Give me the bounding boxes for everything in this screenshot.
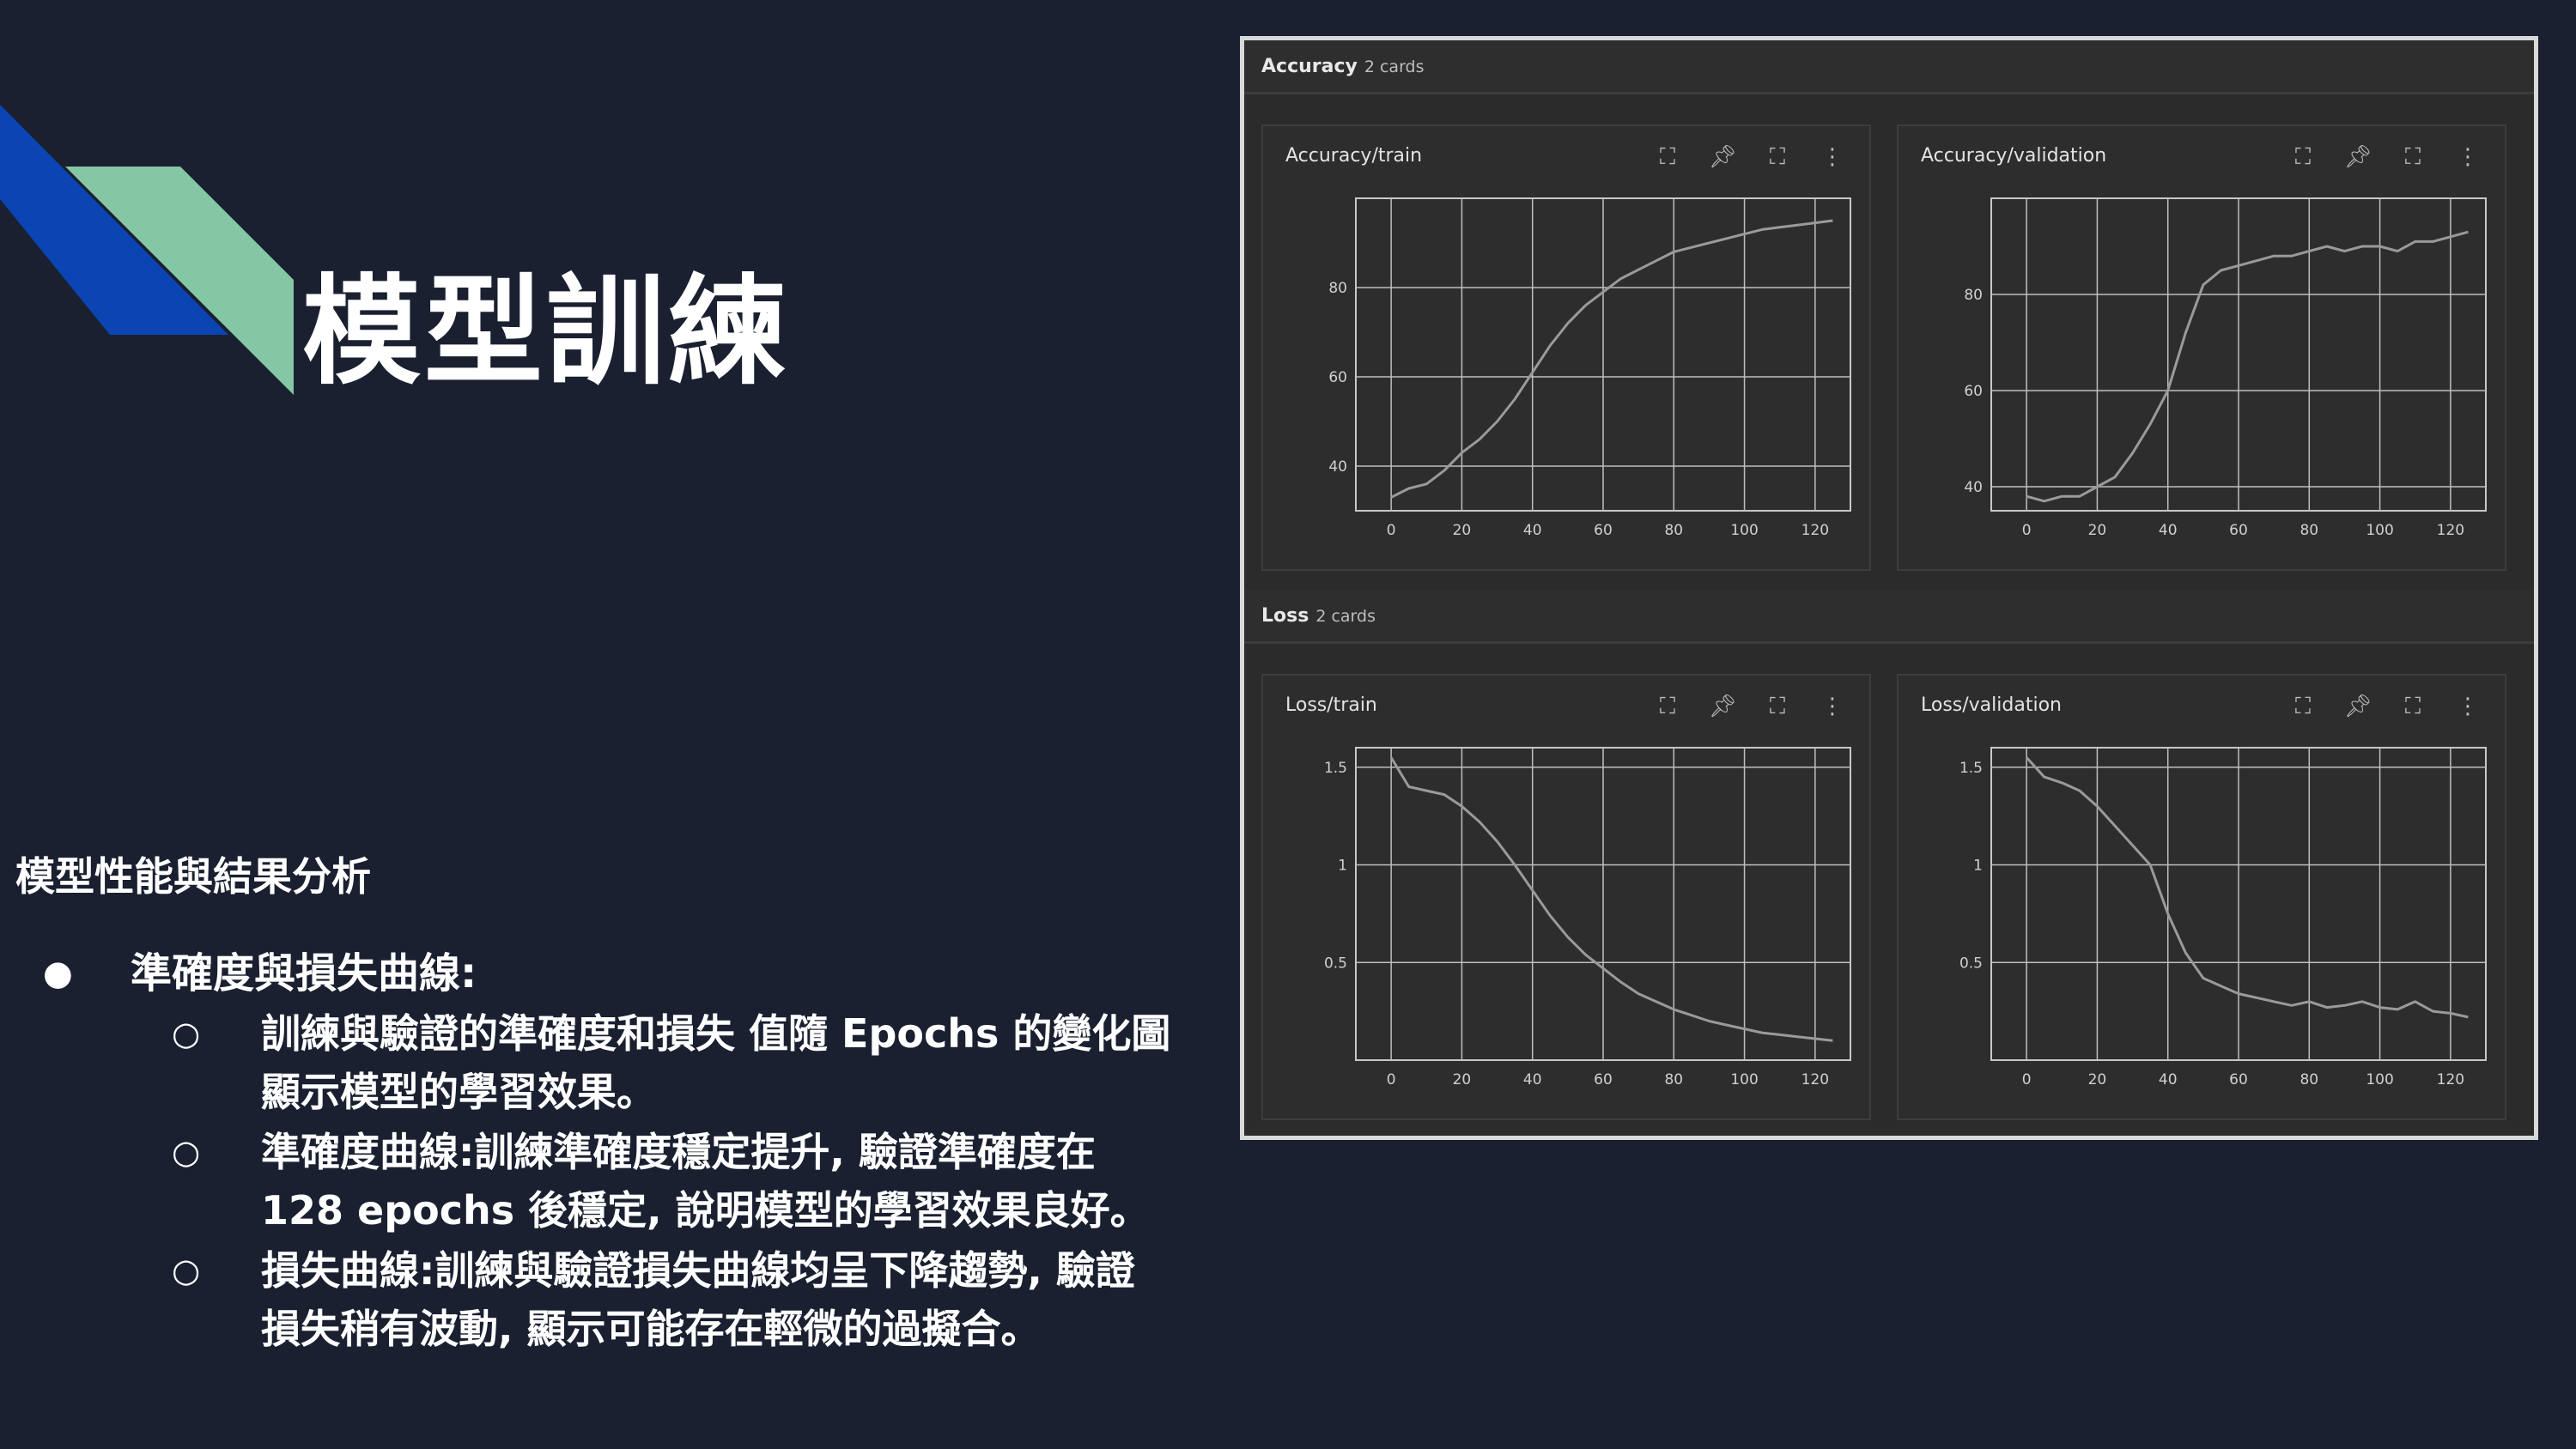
sub-bullet-line: 訓練與驗證的準確度和損失 值隨 Epochs 的變化圖: [261, 1010, 1171, 1057]
sub-bullet-item: ○ 訓練與驗證的準確度和損失 值隨 Epochs 的變化圖 顯示模型的學習效果。: [34, 1004, 1236, 1121]
y-tick-label: 0.5: [1959, 955, 1983, 972]
x-tick-label: 120: [2437, 1071, 2464, 1088]
x-tick-label: 100: [1730, 1071, 1758, 1088]
chart-card: Loss/validation ⛶ 📌︎ ⛶ ⋮ 0 20 40 60 80 100 120…: [1897, 674, 2506, 1120]
x-tick-label: 80: [2300, 1071, 2318, 1088]
group-header-accuracy[interactable]: Accuracy 2 cards: [1244, 40, 2534, 94]
pin-icon[interactable]: 📌︎: [1704, 691, 1741, 722]
sub-bullet-symbol: ○: [172, 1015, 201, 1052]
sub-bullet-symbol: ○: [172, 1133, 201, 1171]
pin-icon[interactable]: 📌︎: [2340, 142, 2376, 173]
x-tick-label: 100: [1730, 522, 1758, 539]
fullscreen-icon[interactable]: ⛶: [1759, 691, 1795, 722]
x-tick-label: 120: [1801, 522, 1829, 539]
sub-bullet-line: 準確度曲線:訓練準確度穩定提升, 驗證準確度在: [261, 1129, 1096, 1175]
sub-bullet-line: 損失曲線:訓練與驗證損失曲線均呈下降趨勢, 驗證: [261, 1247, 1135, 1294]
x-tick-label: 120: [2437, 522, 2464, 539]
group-title: Loss: [1261, 605, 1309, 627]
series-line: [1389, 756, 1833, 1042]
tensorboard-screenshot: Accuracy 2 cards Loss 2 cards Accuracy/tra…: [1240, 36, 2538, 1140]
group-title: Accuracy: [1261, 56, 1358, 77]
x-tick-label: 60: [2229, 1071, 2248, 1088]
card-title: Loss/train: [1285, 694, 1377, 716]
chart-card: Accuracy/train ⛶ 📌︎ ⛶ ⋮ 0 20 40 60 80 100 120 4…: [1261, 124, 1871, 571]
y-tick-label: 0.5: [1324, 955, 1347, 972]
bullet-text: 準確度與損失曲線:: [131, 949, 477, 997]
y-tick-label: 40: [1964, 479, 1983, 496]
y-tick-label: 1: [1973, 858, 1983, 875]
x-tick-label: 0: [2022, 1071, 2032, 1088]
chart-svg: 0 20 40 60 80 100 120 40 60 80: [1328, 197, 1851, 539]
fullscreen-icon[interactable]: ⛶: [2395, 142, 2431, 173]
more-vert-icon[interactable]: ⋮: [2450, 691, 2486, 722]
chart-card: Accuracy/validation ⛶ 📌︎ ⛶ ⋮ 0 20 40 60 80 10…: [1897, 124, 2506, 571]
slide-title: 模型訓練: [302, 263, 791, 401]
x-tick-label: 60: [2229, 522, 2248, 539]
more-vert-icon[interactable]: ⋮: [1814, 691, 1850, 722]
x-tick-label: 80: [2300, 522, 2318, 539]
bullet-item: ● 準確度與損失曲線:: [34, 944, 1236, 1003]
decorative-stripes: [0, 105, 294, 395]
y-tick-label: 1.5: [1959, 760, 1983, 777]
series-line: [2026, 230, 2469, 503]
sub-bullet-line: 128 epochs 後穩定, 說明模型的學習效果良好。: [261, 1187, 1150, 1234]
group-header-loss[interactable]: Loss 2 cards: [1244, 590, 2534, 644]
card-title: Accuracy/validation: [1921, 145, 2107, 167]
section-heading: 模型性能與結果分析: [15, 853, 371, 900]
more-vert-icon[interactable]: ⋮: [2450, 142, 2486, 173]
fit-domain-icon[interactable]: ⛶: [2285, 142, 2321, 173]
x-tick-label: 60: [1594, 522, 1613, 539]
series-line: [1390, 219, 1833, 499]
x-tick-label: 40: [1523, 522, 1542, 539]
x-tick-label: 0: [1387, 522, 1396, 539]
fullscreen-icon[interactable]: ⛶: [1759, 142, 1795, 173]
x-tick-label: 40: [2159, 522, 2178, 539]
y-tick-label: 80: [1964, 287, 1983, 304]
card-title: Accuracy/train: [1285, 145, 1423, 167]
group-count: 2 cards: [1315, 607, 1376, 626]
x-tick-label: 20: [1453, 1071, 1472, 1088]
x-tick-label: 80: [1664, 1071, 1683, 1088]
x-tick-label: 60: [1594, 1071, 1613, 1088]
x-tick-label: 20: [1453, 522, 1472, 539]
sub-bullet-item: ○ 損失曲線:訓練與驗證損失曲線均呈下降趨勢, 驗證 損失稍有波動, 顯示可能存…: [34, 1241, 1236, 1358]
x-tick-label: 20: [2088, 522, 2107, 539]
x-tick-label: 100: [2366, 1071, 2393, 1088]
series-line: [2025, 756, 2469, 1019]
x-tick-label: 0: [1387, 1071, 1396, 1088]
y-tick-label: 60: [1328, 369, 1347, 386]
x-tick-label: 120: [1801, 1071, 1829, 1088]
y-tick-label: 80: [1328, 280, 1347, 297]
x-tick-label: 20: [2088, 1071, 2107, 1088]
chart-svg: 0 20 40 60 80 100 120 0.5 1 1.5: [1324, 747, 1851, 1088]
x-tick-label: 80: [1664, 522, 1683, 539]
fit-domain-icon[interactable]: ⛶: [1649, 142, 1686, 173]
fit-domain-icon[interactable]: ⛶: [2285, 691, 2321, 722]
bullet-symbol: ●: [43, 954, 73, 993]
chart-svg: 0 20 40 60 80 100 120 0.5 1 1.5: [1959, 747, 2487, 1088]
bullet-list: ● 準確度與損失曲線: ○ 訓練與驗證的準確度和損失 值隨 Epochs 的變化…: [34, 944, 1236, 1358]
fit-domain-icon[interactable]: ⛶: [1649, 691, 1686, 722]
chart-card: Loss/train ⛶ 📌︎ ⛶ ⋮ 0 20 40 60 80 100 120 0.5 1 1…: [1261, 674, 1871, 1120]
more-vert-icon[interactable]: ⋮: [1814, 142, 1850, 173]
sub-bullet-symbol: ○: [172, 1252, 201, 1289]
x-tick-label: 0: [2022, 522, 2032, 539]
x-tick-label: 100: [2366, 522, 2393, 539]
x-tick-label: 40: [2159, 1071, 2178, 1088]
x-tick-label: 40: [1523, 1071, 1542, 1088]
group-count: 2 cards: [1364, 58, 1425, 76]
y-tick-label: 1.5: [1324, 760, 1347, 777]
card-title: Loss/validation: [1921, 694, 2062, 716]
sub-bullet-line: 顯示模型的學習效果。: [261, 1069, 656, 1115]
sub-bullet-item: ○ 準確度曲線:訓練準確度穩定提升, 驗證準確度在 128 epochs 後穩定…: [34, 1123, 1236, 1240]
y-tick-label: 1: [1338, 858, 1347, 875]
pin-icon[interactable]: 📌︎: [2340, 691, 2376, 722]
fullscreen-icon[interactable]: ⛶: [2395, 691, 2431, 722]
chart-svg: 0 20 40 60 80 100 120 40 60 80: [1964, 197, 2487, 539]
pin-icon[interactable]: 📌︎: [1704, 142, 1741, 173]
sub-bullet-line: 損失稍有波動, 顯示可能存在輕微的過擬合。: [261, 1306, 1041, 1352]
y-tick-label: 60: [1964, 383, 1983, 400]
y-tick-label: 40: [1328, 458, 1347, 476]
